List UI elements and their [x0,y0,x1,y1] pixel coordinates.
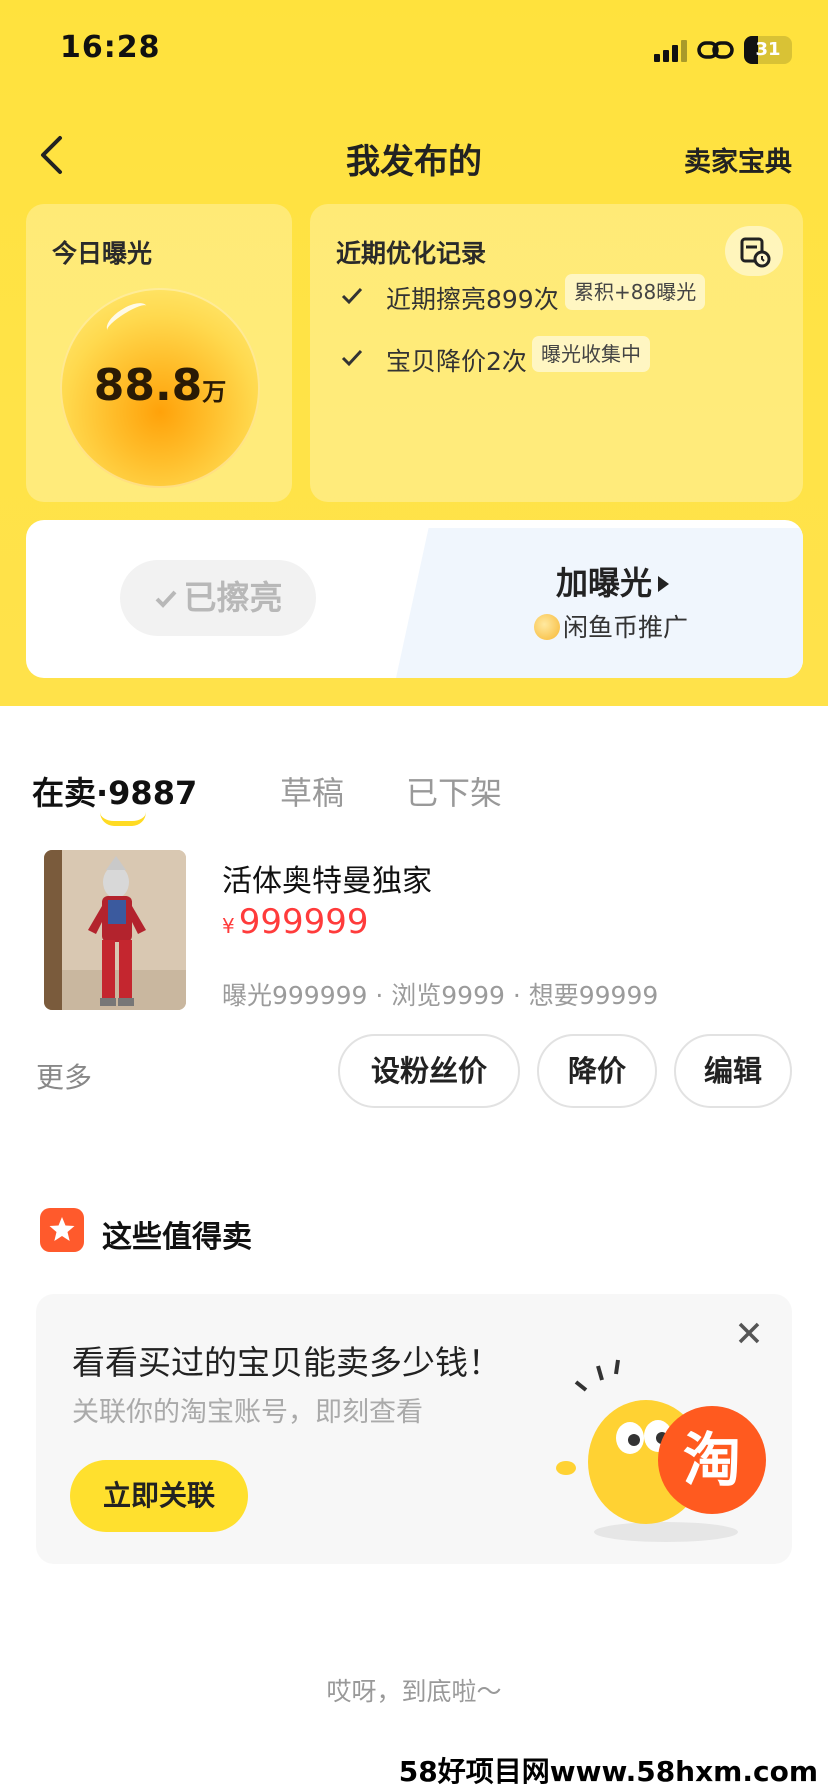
product-image[interactable] [44,850,186,1010]
exposure-value-wrap: 88.8万 [60,360,260,411]
record-tag: 累积+88曝光 [565,274,706,310]
star-icon [40,1208,84,1252]
boost-exposure-button[interactable]: 加曝光 [556,558,670,604]
promo-title: 看看买过的宝贝能卖多少钱！ [72,1343,501,1382]
listing-tabs: 在卖·9887 草稿 已下架 [0,760,828,830]
check-icon [155,590,176,608]
calendar-icon [740,237,771,268]
close-icon[interactable] [734,1318,764,1348]
polished-label: 已擦亮 [183,578,283,617]
more-button[interactable]: 更多 [36,1056,92,1096]
promo-subtitle: 关联你的淘宝账号，即刻查看 [72,1397,423,1428]
tab-indicator [100,812,146,826]
product-stats: 曝光999999 · 浏览9999 · 想要99999 [222,981,659,1010]
exposure-bubble: 88.8万 [60,288,260,488]
check-icon [341,349,363,367]
calendar-button[interactable] [725,226,783,276]
tab-removed[interactable]: 已下架 [406,768,502,814]
today-exposure-card[interactable]: 今日曝光 88.8万 [26,204,292,502]
polished-button[interactable]: 已擦亮 [120,560,316,636]
link-now-button[interactable]: 立即关联 [70,1460,248,1532]
fish-coin-icon [534,614,560,640]
check-icon [341,287,363,305]
seller-guide-link[interactable]: 卖家宝典 [684,140,792,179]
record-text: 近期擦亮899次 [386,285,559,314]
edit-button[interactable]: 编辑 [674,1034,792,1108]
price-amount: 999999 [238,902,369,942]
product-price: ¥999999 [222,902,369,942]
battery-level: 31 [755,39,781,60]
exposure-action-card: 已擦亮 加曝光 闲鱼币推广 [26,520,803,678]
reduce-price-button[interactable]: 降价 [537,1034,657,1108]
today-exposure-label: 今日曝光 [52,239,153,268]
status-bar: 16:28 31 [0,0,828,100]
tab-selling[interactable]: 在卖·9887 [32,768,197,814]
fan-price-button[interactable]: 设粉丝价 [338,1034,520,1108]
exposure-value: 88.8 [93,360,203,411]
record-tag: 曝光收集中 [532,336,650,372]
price-currency: ¥ [222,914,235,938]
taobao-badge-char: 淘 [683,1426,741,1494]
exposure-unit: 万 [202,378,227,406]
link-icon [697,41,734,59]
coin-promo[interactable]: 闲鱼币推广 [534,608,688,644]
coin-promo-label: 闲鱼币推广 [563,613,689,642]
watermark: 58好项目网www.58hxm.com [398,1755,818,1788]
end-of-list-note: 哎呀，到底啦～ [326,1677,502,1706]
nav-bar: 我发布的 卖家宝典 [0,120,828,190]
records-title: 近期优化记录 [336,239,487,268]
optimization-records-card[interactable]: 近期优化记录 近期擦亮899次 累积+88曝光 宝贝降价2次 曝光收集中 [310,204,803,502]
status-time: 16:28 [60,30,161,65]
product-title: 活体奥特曼独家 [222,864,432,899]
product-item[interactable]: 活体奥特曼独家 ¥999999 曝光999999 · 浏览9999 · 想要99… [0,846,828,1016]
triangle-right-icon [658,576,670,592]
section-title: 这些值得卖 [102,1220,252,1255]
mascot-taobao-illustration: 淘 [546,1350,786,1550]
record-text: 宝贝降价2次 [386,347,527,376]
taobao-link-card: 看看买过的宝贝能卖多少钱！ 关联你的淘宝账号，即刻查看 立即关联 淘 [36,1294,792,1564]
tab-drafts[interactable]: 草稿 [280,768,344,814]
battery-icon: 31 [744,36,792,64]
signal-icon [654,40,690,62]
boost-label: 加曝光 [556,564,653,602]
